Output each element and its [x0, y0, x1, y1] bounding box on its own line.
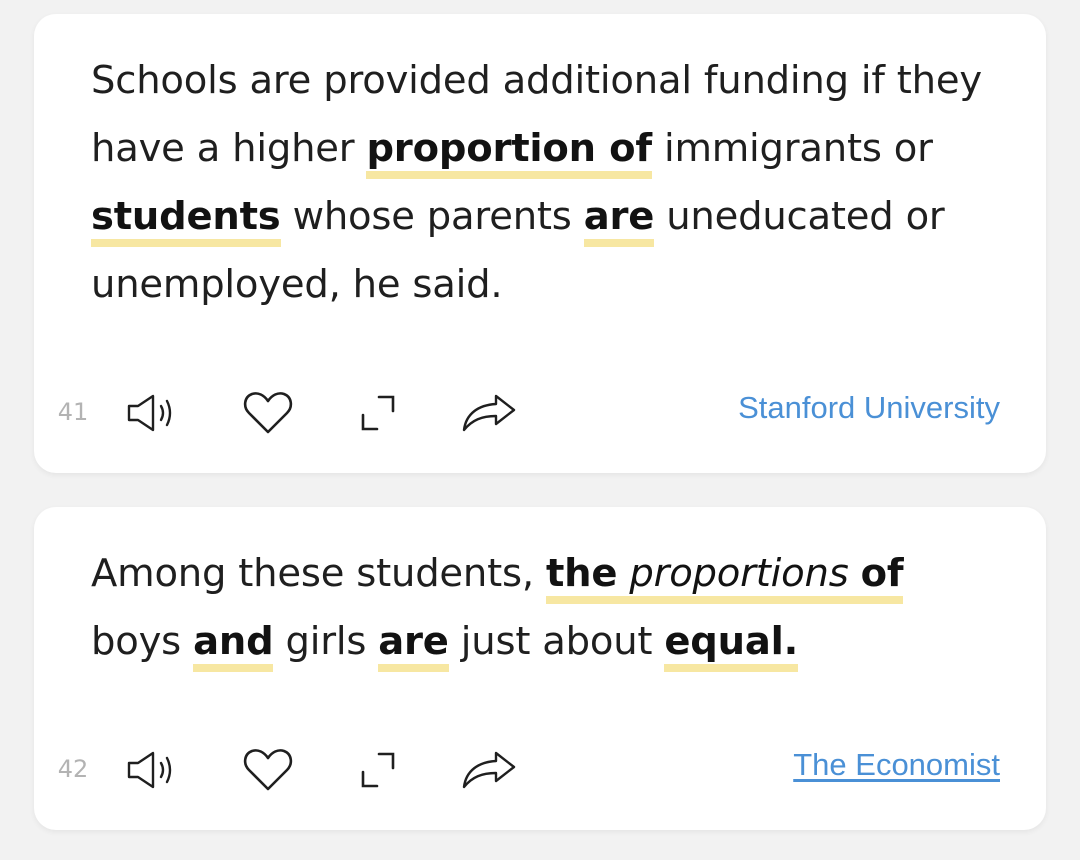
highlighted-word: of: [860, 551, 904, 596]
speaker-icon[interactable]: [124, 388, 184, 438]
share-icon[interactable]: [459, 388, 519, 438]
source-link[interactable]: The Economist: [793, 747, 1000, 783]
highlighted-phrase: proportion of: [366, 129, 652, 179]
sentence-text: Among these students,: [91, 551, 546, 596]
example-sentence: Schools are provided additional funding …: [91, 47, 1006, 319]
highlighted-word: are: [378, 622, 449, 672]
expand-icon[interactable]: [348, 745, 408, 795]
sentence-text: just about: [448, 619, 665, 664]
sentence-text: girls: [273, 619, 379, 664]
source-link[interactable]: Stanford University: [738, 390, 1000, 426]
speaker-icon[interactable]: [124, 745, 184, 795]
heart-icon[interactable]: [238, 388, 298, 438]
example-number: 42: [57, 755, 89, 783]
heart-icon[interactable]: [238, 745, 298, 795]
sentence-text: immigrants or: [651, 126, 933, 171]
example-number: 41: [57, 398, 89, 426]
sentence-text: whose parents: [280, 194, 584, 239]
highlighted-word: students: [91, 197, 281, 247]
share-icon[interactable]: [459, 745, 519, 795]
highlighted-word: equal.: [664, 622, 798, 672]
example-card-42: Among these students, the proportions of…: [34, 507, 1046, 830]
card-toolbar: 41 Stanford University: [34, 382, 1046, 442]
highlighted-word: are: [583, 197, 654, 247]
example-sentence: Among these students, the proportions of…: [91, 540, 1006, 676]
highlighted-word: the: [545, 551, 618, 596]
highlighted-word-italic: proportions: [629, 551, 849, 596]
highlighted-word: and: [193, 622, 274, 672]
highlighted-phrase: the proportions of: [545, 551, 904, 604]
expand-icon[interactable]: [348, 388, 408, 438]
sentence-text: boys: [91, 619, 194, 664]
example-card-41: Schools are provided additional funding …: [34, 14, 1046, 473]
card-toolbar: 42 The Economist: [34, 739, 1046, 799]
